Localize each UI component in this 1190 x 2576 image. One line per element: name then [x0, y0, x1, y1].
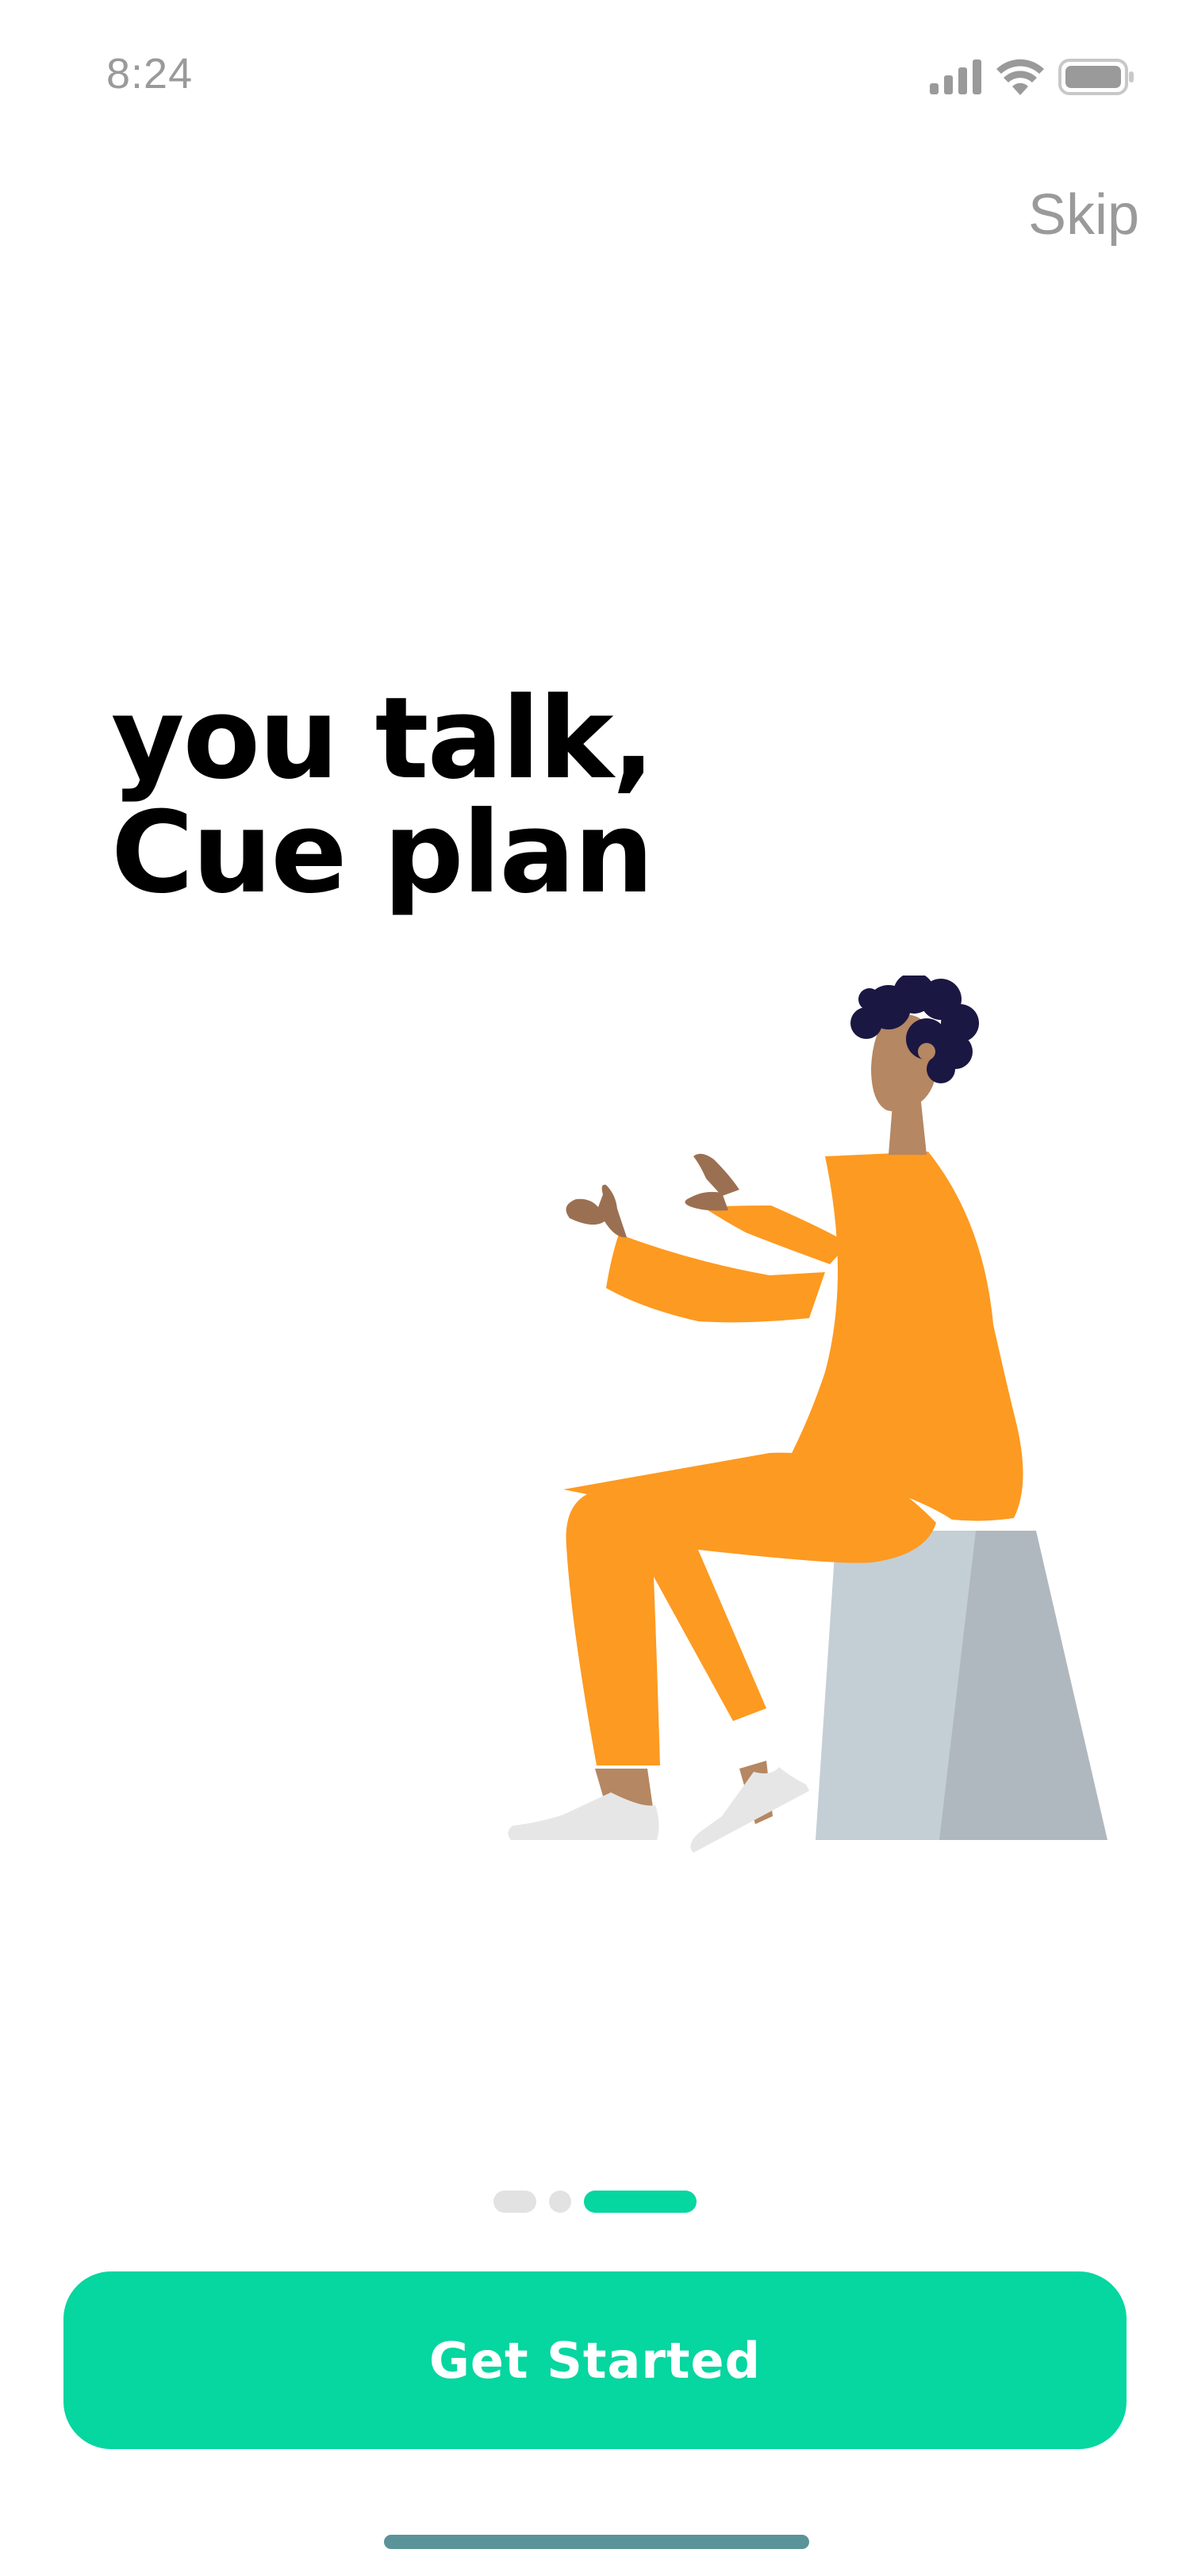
status-bar: 8:24 [0, 0, 1190, 159]
torso [777, 1152, 1023, 1521]
person-sitting-talking-illustration [492, 972, 1127, 1856]
headline-line-2: Cue plan [111, 788, 654, 918]
signal-icon [930, 59, 982, 98]
hand-back [685, 1153, 739, 1211]
status-icons [930, 59, 1134, 99]
page-indicator [493, 2191, 697, 2213]
page-dot-1[interactable] [493, 2191, 536, 2213]
headline-line-1: you talk, [111, 673, 654, 804]
get-started-button[interactable]: Get Started [63, 2271, 1127, 2449]
page-dot-3-active[interactable] [584, 2191, 697, 2213]
skip-button[interactable]: Skip [1028, 182, 1139, 247]
home-indicator[interactable] [384, 2535, 809, 2549]
shoe-back [690, 1767, 809, 1853]
wifi-icon [996, 59, 1044, 99]
battery-icon [1058, 59, 1134, 99]
hand-front [566, 1184, 627, 1238]
headline: you talk, Cue plan [111, 673, 654, 918]
page-dot-2[interactable] [549, 2191, 571, 2213]
status-time: 8:24 [106, 50, 194, 98]
arm-back [703, 1206, 849, 1264]
ear [918, 1043, 935, 1060]
